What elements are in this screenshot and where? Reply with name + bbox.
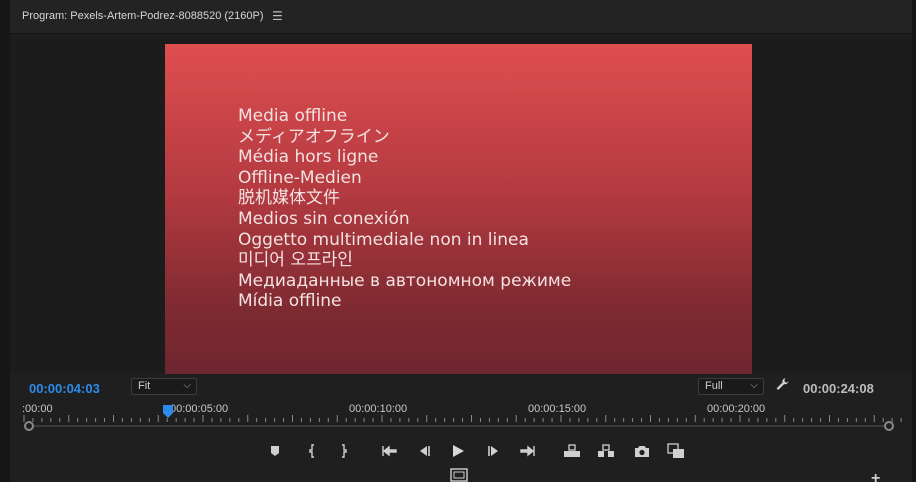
scrub-start-handle[interactable] <box>24 421 34 431</box>
current-timecode[interactable]: 00:00:04:03 <box>29 381 100 396</box>
left-panel-edge <box>0 0 10 482</box>
mark-out-icon <box>342 444 347 458</box>
playhead-icon[interactable] <box>163 405 173 419</box>
hamburger-menu-icon[interactable]: ☰ <box>272 9 283 23</box>
transport-controls <box>0 440 916 462</box>
ruler-label: 00:00:15:00 <box>528 403 587 415</box>
offline-line: Medios sin conexión <box>238 208 410 229</box>
mark-in-icon <box>309 444 314 458</box>
camera-icon <box>635 445 649 457</box>
panel-title: Program: Pexels-Artem-Podrez-8088520 (21… <box>22 10 264 22</box>
go-to-out-icon <box>520 445 535 457</box>
total-duration-timecode: 00:00:24:08 <box>803 381 874 396</box>
scrub-bar[interactable] <box>24 421 894 431</box>
mark-out-button[interactable] <box>333 440 355 462</box>
offline-line: Offline-Medien <box>238 167 362 188</box>
add-marker-button[interactable] <box>264 440 286 462</box>
ruler-label: 00:00:05:00 <box>170 403 229 415</box>
playback-resolution-select[interactable]: Full ⌵ <box>698 378 764 395</box>
scrub-end-handle[interactable] <box>884 421 894 431</box>
offline-line: Média hors ligne <box>238 147 379 168</box>
chevron-down-icon: ⌵ <box>183 380 191 391</box>
video-frame: Media offline メディアオフライン Média hors ligne… <box>165 44 752 374</box>
ruler-label: :00:00 <box>22 403 53 415</box>
compare-icon <box>667 443 684 458</box>
offline-line: Oggetto multimediale non in linea <box>238 229 529 250</box>
offline-line: メディアオフライン <box>238 126 390 147</box>
offline-line: 미디어 오프라인 <box>238 250 353 271</box>
chevron-down-icon: ⌵ <box>750 380 758 391</box>
time-ruler[interactable]: :00:00 00:00:05:00 00:00:10:00 00:00:15:… <box>10 400 912 422</box>
right-panel-edge <box>912 0 916 482</box>
mark-in-button[interactable] <box>301 440 323 462</box>
panel-header: Program: Pexels-Artem-Podrez-8088520 (21… <box>10 0 912 34</box>
go-to-in-button[interactable] <box>378 440 400 462</box>
ruler-label: 00:00:10:00 <box>349 403 408 415</box>
playback-resolution-value: Full <box>705 380 723 392</box>
offline-line: Медиаданные в автономном режиме <box>238 270 572 291</box>
monitor-controls-row: 00:00:04:03 Fit ⌵ Full ⌵ 00:00:24:08 <box>10 374 912 400</box>
marker-icon <box>271 446 279 456</box>
compare-view-button[interactable] <box>665 440 687 462</box>
offline-line: 脱机媒体文件 <box>238 188 340 209</box>
ruler-label: 00:00:20:00 <box>707 403 766 415</box>
play-button[interactable] <box>447 440 469 462</box>
offline-line: Media offline <box>238 106 348 126</box>
step-forward-icon <box>488 446 498 456</box>
zoom-level-select[interactable]: Fit ⌵ <box>131 378 197 395</box>
step-forward-button[interactable] <box>483 440 505 462</box>
go-to-in-icon <box>382 445 397 457</box>
wrench-icon[interactable] <box>776 377 790 394</box>
go-to-out-button[interactable] <box>517 440 539 462</box>
lift-button[interactable] <box>561 440 583 462</box>
zoom-level-value: Fit <box>138 380 151 392</box>
step-back-button[interactable] <box>413 440 435 462</box>
media-offline-message: Media offline メディアオフライン Média hors ligne… <box>238 106 571 312</box>
offline-line: Mídia offline <box>238 291 342 312</box>
play-icon <box>453 445 464 457</box>
extract-button[interactable] <box>595 440 617 462</box>
scrub-track[interactable] <box>30 425 888 427</box>
step-back-icon <box>420 446 430 456</box>
button-editor-add-icon[interactable]: + <box>871 470 880 482</box>
export-frame-button[interactable] <box>631 440 653 462</box>
safe-margins-icon[interactable] <box>450 468 468 482</box>
extract-icon <box>598 444 614 457</box>
lift-icon <box>564 444 580 457</box>
